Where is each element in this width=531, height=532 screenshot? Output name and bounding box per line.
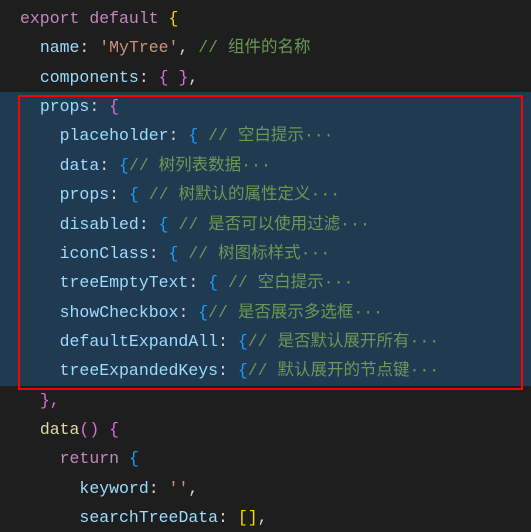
brace-open: { (238, 332, 248, 351)
code-line: return { (0, 444, 531, 473)
brace-open: { (129, 185, 139, 204)
code-line: name: 'MyTree', // 组件的名称 (0, 33, 531, 62)
property-data: data (60, 156, 100, 175)
keyword-export: export (20, 9, 79, 28)
code-line: }, (0, 386, 531, 415)
comment: // 空白提示··· (228, 273, 353, 292)
comment: // 是否默认展开所有··· (248, 332, 439, 351)
comment: // 树图标样式··· (188, 244, 330, 263)
comment: // 默认展开的节点键··· (248, 361, 439, 380)
braces: { } (159, 68, 189, 87)
bracket-value: [] (238, 508, 258, 527)
property-defaultexpandall: defaultExpandAll (60, 332, 218, 351)
property-searchtreedata: searchTreeData (79, 508, 218, 527)
code-line: export default { (0, 4, 531, 33)
comment: // 树默认的属性定义··· (149, 185, 340, 204)
property-keyword: keyword (79, 479, 148, 498)
brace-open: { (238, 361, 248, 380)
brace-open: { (198, 303, 208, 322)
comment: // 空白提示··· (208, 126, 333, 145)
code-line: components: { }, (0, 63, 531, 92)
property-treeexpandedkeys: treeExpandedKeys (60, 361, 218, 380)
code-line: searchTreeData: [], (0, 503, 531, 532)
comment: // 组件的名称 (198, 38, 310, 57)
brace-open: { (109, 97, 119, 116)
code-line: data() { (0, 415, 531, 444)
property-showcheckbox: showCheckbox (60, 303, 179, 322)
brace-open: { (159, 215, 169, 234)
code-editor[interactable]: export default { name: 'MyTree', // 组件的名… (0, 4, 531, 532)
keyword-default: default (89, 9, 158, 28)
property-treeemptytext: treeEmptyText (60, 273, 189, 292)
method-data: data (40, 420, 80, 439)
string-value: '' (169, 479, 189, 498)
property-components: components (40, 68, 139, 87)
code-line: props: { (0, 92, 531, 121)
brace-open: { (109, 420, 119, 439)
code-line: iconClass: { // 树图标样式··· (0, 239, 531, 268)
comment: // 是否可以使用过滤··· (178, 215, 369, 234)
comment: // 是否展示多选框··· (208, 303, 383, 322)
code-line: treeEmptyText: { // 空白提示··· (0, 268, 531, 297)
brace-open: { (169, 244, 179, 263)
code-line: defaultExpandAll: {// 是否默认展开所有··· (0, 327, 531, 356)
brace-open: { (208, 273, 218, 292)
code-line: treeExpandedKeys: {// 默认展开的节点键··· (0, 356, 531, 385)
property-placeholder: placeholder (60, 126, 169, 145)
code-line: keyword: '', (0, 474, 531, 503)
code-line: placeholder: { // 空白提示··· (0, 121, 531, 150)
property-disabled: disabled (60, 215, 139, 234)
brace-open: { (119, 156, 129, 175)
parens: () (79, 420, 99, 439)
brace-close: }, (40, 391, 60, 410)
comment: // 树列表数据··· (129, 156, 271, 175)
property-props: props (40, 97, 90, 116)
code-line: showCheckbox: {// 是否展示多选框··· (0, 298, 531, 327)
property-props-inner: props (60, 185, 110, 204)
string-value: 'MyTree' (99, 38, 178, 57)
code-line: props: { // 树默认的属性定义··· (0, 180, 531, 209)
brace-open: { (169, 9, 179, 28)
keyword-return: return (60, 449, 119, 468)
property-name: name (40, 38, 80, 57)
property-iconclass: iconClass (60, 244, 149, 263)
brace-open: { (129, 449, 139, 468)
code-line: data: {// 树列表数据··· (0, 151, 531, 180)
code-line: disabled: { // 是否可以使用过滤··· (0, 210, 531, 239)
brace-open: { (188, 126, 198, 145)
